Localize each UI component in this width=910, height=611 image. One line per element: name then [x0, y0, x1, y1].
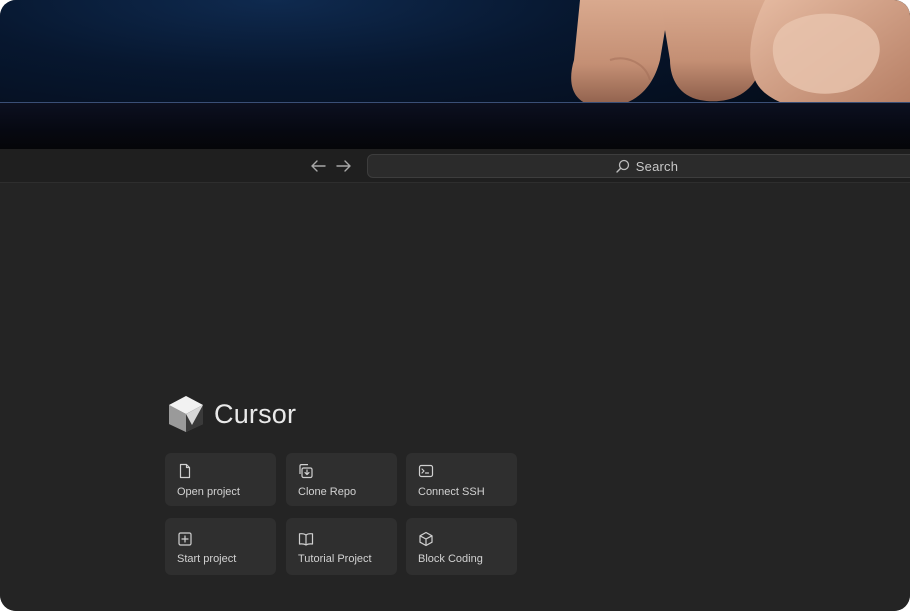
welcome-panel: Cursor Open project Clone Repo Connect S… — [0, 184, 910, 611]
search-label: Search — [635, 158, 679, 174]
start-project-label: Start project — [177, 553, 237, 565]
tutorial-project-button[interactable]: Tutorial Project — [286, 518, 397, 575]
open-project-button[interactable]: Open project — [165, 453, 276, 506]
brand-name: Cursor — [214, 398, 297, 429]
back-button[interactable] — [308, 157, 328, 175]
clone-repo-label: Clone Repo — [298, 486, 357, 498]
connect-ssh-label: Connect SSH — [418, 486, 485, 498]
cursor-logo-icon — [169, 396, 203, 432]
plus-square-icon — [178, 532, 192, 546]
brand: Cursor — [168, 394, 296, 434]
arrow-right-icon — [336, 160, 351, 172]
file-icon — [179, 463, 191, 479]
start-project-button[interactable]: Start project — [165, 518, 276, 575]
title-bar: Search — [0, 149, 910, 183]
screen-bezel — [0, 102, 910, 150]
block-coding-button[interactable]: Block Coding — [406, 518, 517, 575]
search-bar[interactable]: Search — [367, 154, 910, 178]
connect-ssh-button[interactable]: Connect SSH — [406, 453, 517, 506]
arrow-left-icon — [311, 160, 326, 172]
book-open-icon — [298, 533, 314, 546]
terminal-icon — [418, 464, 434, 478]
clone-download-icon — [299, 464, 313, 479]
cube-icon — [419, 531, 433, 547]
hand-image — [571, 0, 910, 104]
window-frame: Search Cursor Open project Clone Repo Co… — [0, 0, 910, 611]
open-project-label: Open project — [177, 486, 240, 498]
tutorial-project-label: Tutorial Project — [298, 553, 372, 565]
background-photo — [0, 0, 910, 104]
search-icon — [616, 159, 629, 173]
forward-button[interactable] — [334, 157, 354, 175]
clone-repo-button[interactable]: Clone Repo — [286, 453, 397, 506]
block-coding-label: Block Coding — [418, 553, 483, 565]
